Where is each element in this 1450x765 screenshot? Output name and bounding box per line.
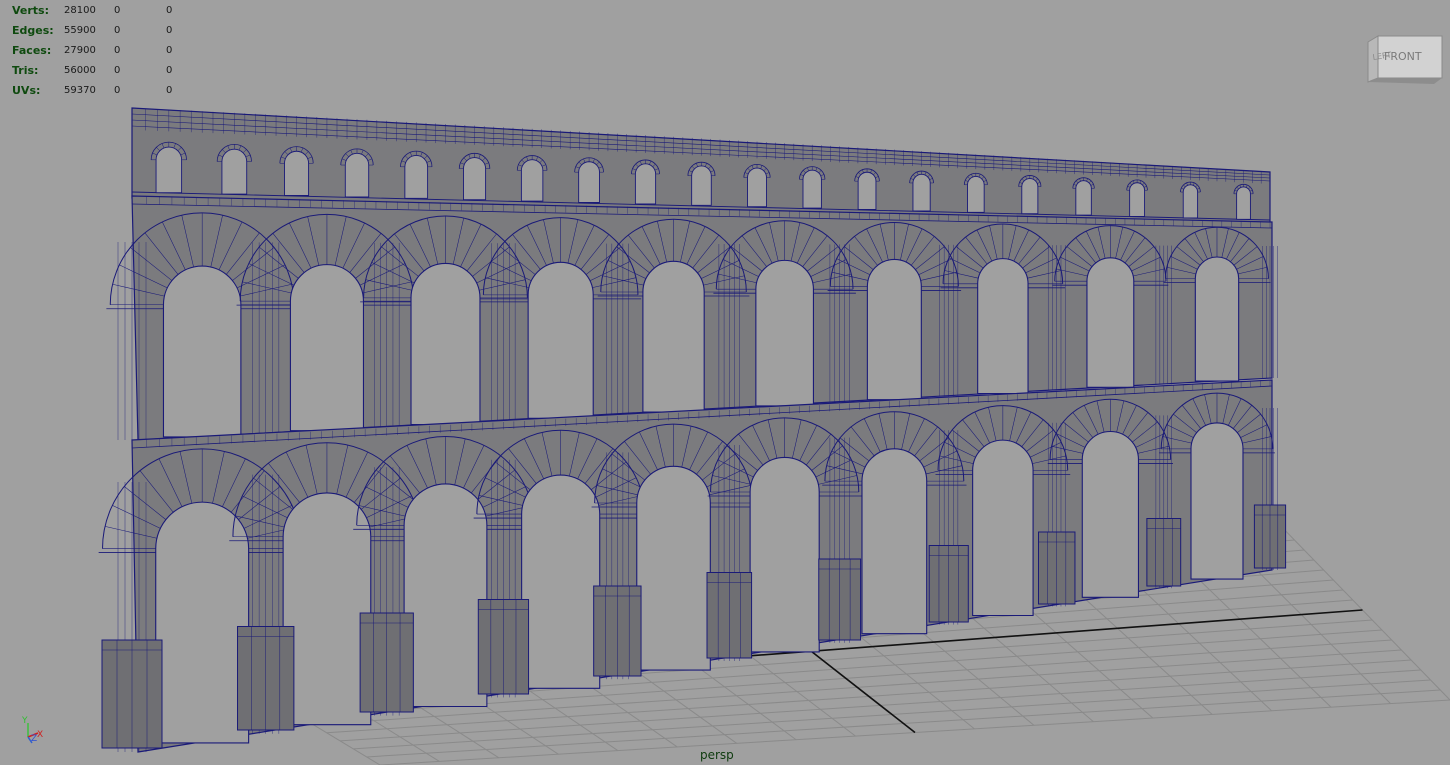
upper-arch-opening — [912, 173, 931, 212]
y-axis-label: Y — [21, 716, 28, 726]
lower-tier-arch-opening — [636, 465, 711, 671]
middle-tier-arch-opening — [410, 263, 481, 426]
middle-tier-arch-opening — [1194, 256, 1240, 382]
axis-gizmo-icon: Y Z X — [21, 716, 43, 744]
hud-selected: 0 — [114, 5, 121, 16]
hud-selected: 0 — [114, 85, 121, 96]
middle-tier-arch-opening — [977, 258, 1029, 395]
upper-arch-opening — [1236, 186, 1251, 220]
lower-tier-arch-opening — [282, 492, 372, 726]
upper-arch-opening — [520, 159, 544, 202]
hud-value: 27900 — [64, 45, 96, 56]
upper-arch-opening — [578, 161, 600, 203]
poly-count-hud: Verts: 28100 0 0 Edges: 55900 0 0 Faces:… — [12, 1, 178, 101]
hud-selected: 0 — [114, 45, 121, 56]
hud-component: 0 — [166, 85, 173, 96]
upper-arch-opening — [155, 146, 183, 194]
lower-tier-arch-opening — [403, 483, 488, 708]
hud-label: UVs: — [12, 84, 41, 97]
camera-name-label: persp — [700, 748, 734, 762]
upper-arch-opening — [284, 150, 310, 196]
lower-tier-arch-opening — [749, 457, 820, 653]
hud-value: 56000 — [64, 65, 96, 76]
middle-tier-arch-opening — [289, 264, 365, 432]
upper-arch-opening — [802, 169, 822, 209]
hud-row-uvs: UVs: 59370 0 0 — [12, 81, 178, 101]
lower-tier-arch-opening — [155, 501, 250, 744]
hud-row-faces: Faces: 27900 0 0 — [12, 41, 178, 61]
view-cube-bottom — [1368, 78, 1442, 84]
hud-label: Tris: — [12, 64, 39, 77]
perspective-viewport[interactable]: Verts: 28100 0 0 Edges: 55900 0 0 Faces:… — [0, 0, 1450, 765]
upper-arch-opening — [1021, 178, 1039, 215]
lower-tier-arch-opening — [1081, 431, 1140, 598]
upper-arch-opening — [691, 165, 712, 206]
upper-arch-opening — [463, 157, 487, 201]
hud-label: Edges: — [12, 24, 54, 37]
upper-arch-opening — [1129, 182, 1146, 217]
hud-component: 0 — [166, 65, 173, 76]
upper-arch-opening — [634, 163, 657, 205]
upper-arch-opening — [857, 171, 877, 210]
upper-arch-opening — [1182, 184, 1199, 219]
middle-tier-arch-opening — [162, 265, 242, 438]
hud-value: 28100 — [64, 5, 96, 16]
upper-arch-opening — [967, 176, 985, 213]
middle-tier-arch-opening — [642, 260, 705, 413]
upper-arch-opening — [221, 148, 248, 195]
upper-arch-opening — [344, 153, 370, 198]
scene-canvas[interactable] — [0, 0, 1450, 765]
hud-component: 0 — [166, 25, 173, 36]
upper-arch-opening — [404, 155, 429, 199]
lower-tier-arch-opening — [1190, 422, 1244, 580]
hud-label: Verts: — [12, 4, 50, 17]
lower-tier-arch-opening — [972, 439, 1034, 617]
hud-component: 0 — [166, 5, 173, 16]
hud-value: 59370 — [64, 85, 96, 96]
upper-arch-opening — [747, 167, 767, 208]
hud-selected: 0 — [114, 25, 121, 36]
middle-tier-arch-opening — [527, 261, 594, 419]
hud-selected: 0 — [114, 65, 121, 76]
hud-value: 55900 — [64, 25, 96, 36]
hud-row-tris: Tris: 56000 0 0 — [12, 61, 178, 81]
view-cube-front-label: FRONT — [1384, 50, 1422, 63]
upper-arch-opening — [1075, 180, 1092, 216]
view-cube-icon[interactable]: LEFT FRONT — [1366, 34, 1446, 86]
lower-tier-arch-opening — [861, 448, 928, 635]
aqueduct-mesh[interactable] — [98, 107, 1287, 753]
x-axis-label: X — [37, 730, 43, 740]
hud-label: Faces: — [12, 44, 52, 57]
middle-tier-arch-opening — [866, 259, 922, 401]
hud-row-verts: Verts: 28100 0 0 — [12, 1, 178, 21]
lower-tier-arch-opening — [521, 474, 601, 689]
hud-component: 0 — [166, 45, 173, 56]
middle-tier-arch-opening — [1086, 257, 1135, 388]
middle-tier-arch-opening — [755, 259, 814, 407]
hud-row-edges: Edges: 55900 0 0 — [12, 21, 178, 41]
